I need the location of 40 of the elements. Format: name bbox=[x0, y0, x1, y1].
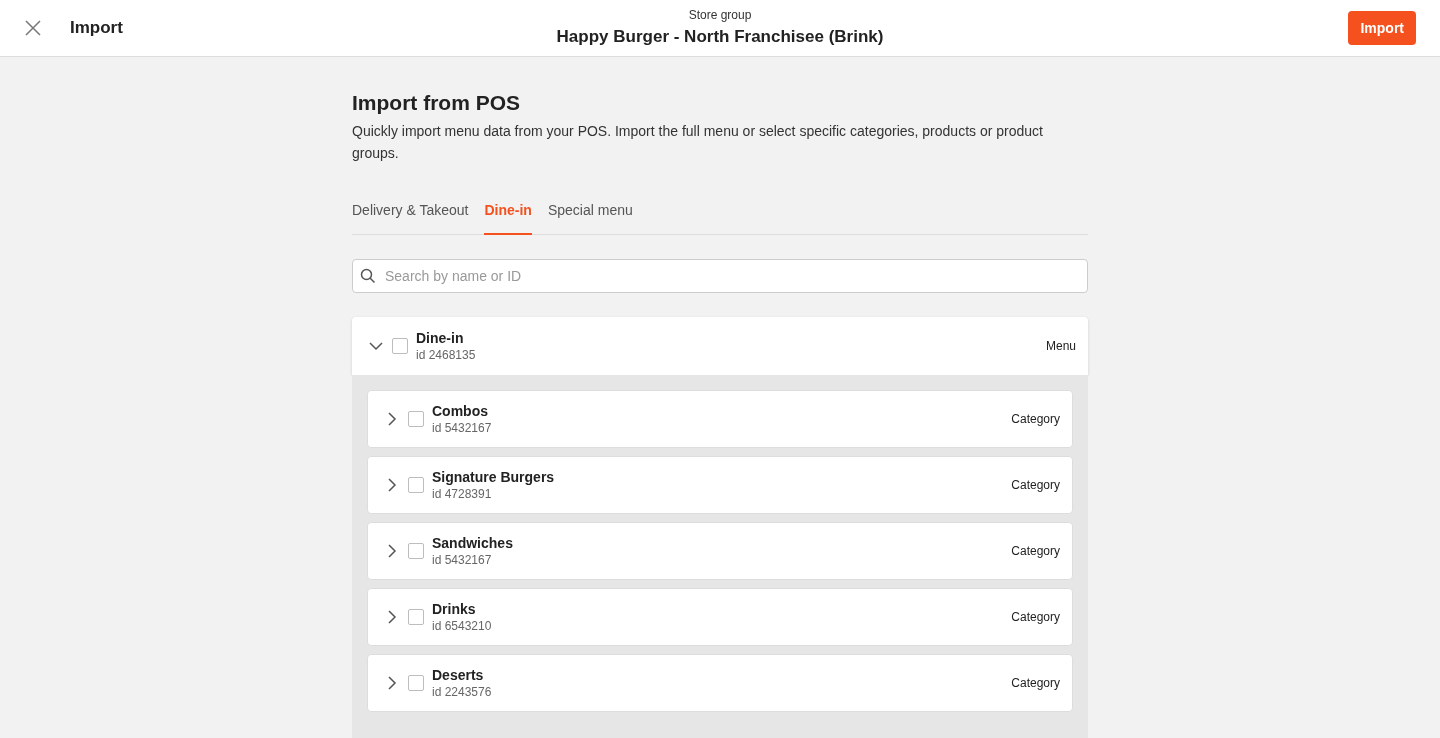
section-title: Import from POS bbox=[352, 90, 521, 116]
category-row[interactable]: Sandwiches id 5432167 Category bbox=[367, 522, 1073, 580]
item-name: Sandwiches bbox=[432, 534, 513, 552]
item-name: Combos bbox=[432, 402, 489, 420]
item-id: id 6543210 bbox=[432, 618, 492, 634]
close-icon[interactable] bbox=[24, 19, 42, 37]
item-id: id 2468135 bbox=[416, 347, 476, 363]
item-type: Category bbox=[1011, 411, 1060, 428]
item-name: Deserts bbox=[432, 666, 485, 684]
checkbox[interactable] bbox=[408, 609, 424, 625]
category-row[interactable]: Deserts id 2243576 Category bbox=[367, 654, 1073, 712]
store-group-label: Store group bbox=[688, 7, 752, 25]
category-row[interactable]: Signature Burgers id 4728391 Category bbox=[367, 456, 1073, 514]
item-type: Category bbox=[1011, 477, 1060, 494]
tab[interactable]: Special menu bbox=[547, 200, 633, 235]
checkbox[interactable] bbox=[408, 675, 424, 691]
checkbox[interactable] bbox=[408, 543, 424, 559]
section-description: Quickly import menu data from your POS. Import the full menu or select specific categories, products or product groups. bbox=[352, 122, 1044, 163]
menu-row[interactable]: Dine-in id 2468135 Menu bbox=[352, 317, 1088, 375]
category-row[interactable]: Drinks id 6543210 Category bbox=[367, 588, 1073, 646]
checkbox[interactable] bbox=[392, 338, 408, 354]
search-field[interactable]: Search by name or ID bbox=[352, 259, 1088, 293]
checkbox[interactable] bbox=[408, 411, 424, 427]
item-name: Drinks bbox=[432, 600, 477, 618]
item-type: Category bbox=[1011, 543, 1060, 560]
tab[interactable]: Delivery & Takeout bbox=[352, 200, 469, 235]
store-group-name: Happy Burger - North Franchisee (Brink) bbox=[556, 26, 884, 49]
checkbox[interactable] bbox=[408, 477, 424, 493]
item-id: id 5432167 bbox=[432, 420, 492, 436]
category-row[interactable]: Combos id 5432167 Category bbox=[367, 390, 1073, 448]
search-icon bbox=[360, 268, 376, 284]
item-type: Menu bbox=[1045, 338, 1076, 355]
item-name: Signature Burgers bbox=[432, 468, 555, 486]
item-id: id 5432167 bbox=[432, 552, 493, 568]
item-name: Dine-in bbox=[416, 329, 465, 347]
item-id: id 4728391 bbox=[432, 486, 493, 502]
item-type: Category bbox=[1011, 675, 1060, 692]
page-title: Import bbox=[70, 17, 123, 40]
item-id: id 2243576 bbox=[432, 684, 492, 700]
item-type: Category bbox=[1011, 609, 1060, 626]
